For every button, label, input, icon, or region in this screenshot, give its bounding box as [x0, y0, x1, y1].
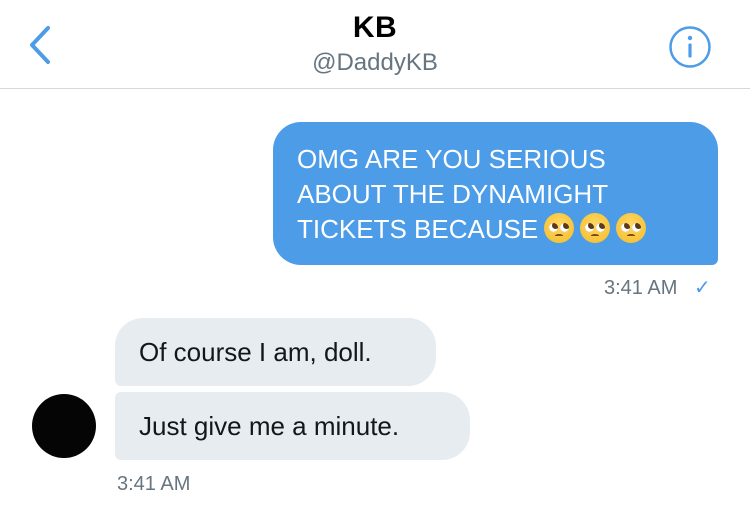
outgoing-message-text: OMG ARE YOU SERIOUS ABOUT THE DYNAMIGHT … — [297, 142, 694, 247]
incoming-timestamp: 3:41 AM — [117, 473, 191, 495]
outgoing-message-bubble[interactable]: OMG ARE YOU SERIOUS ABOUT THE DYNAMIGHT … — [273, 122, 718, 265]
conversation-header: KB @DaddyKB — [0, 0, 750, 88]
incoming-message-text: Of course I am, doll. — [139, 337, 372, 367]
info-button[interactable] — [668, 25, 712, 69]
incoming-message-bubble[interactable]: Of course I am, doll. — [115, 318, 436, 386]
contact-name: KB — [352, 11, 398, 44]
pleading-face-emoji-icon — [616, 213, 647, 243]
contact-handle: @DaddyKB — [312, 49, 438, 76]
pleading-face-emoji-icon — [544, 213, 575, 243]
header-divider — [0, 88, 750, 89]
avatar[interactable] — [32, 394, 96, 458]
conversation-title-block[interactable]: KB @DaddyKB — [0, 8, 750, 78]
read-check-icon: ✓ — [694, 277, 711, 299]
outgoing-timestamp: 3:41 AM — [604, 277, 678, 299]
pleading-face-emoji-icon — [580, 213, 611, 243]
incoming-message-bubble[interactable]: Just give me a minute. — [115, 392, 470, 460]
incoming-message-text: Just give me a minute. — [139, 411, 400, 441]
dm-conversation-screen: KB @DaddyKB OMG ARE YOU SERIOUS ABOUT TH… — [0, 0, 750, 531]
info-icon — [669, 26, 711, 68]
